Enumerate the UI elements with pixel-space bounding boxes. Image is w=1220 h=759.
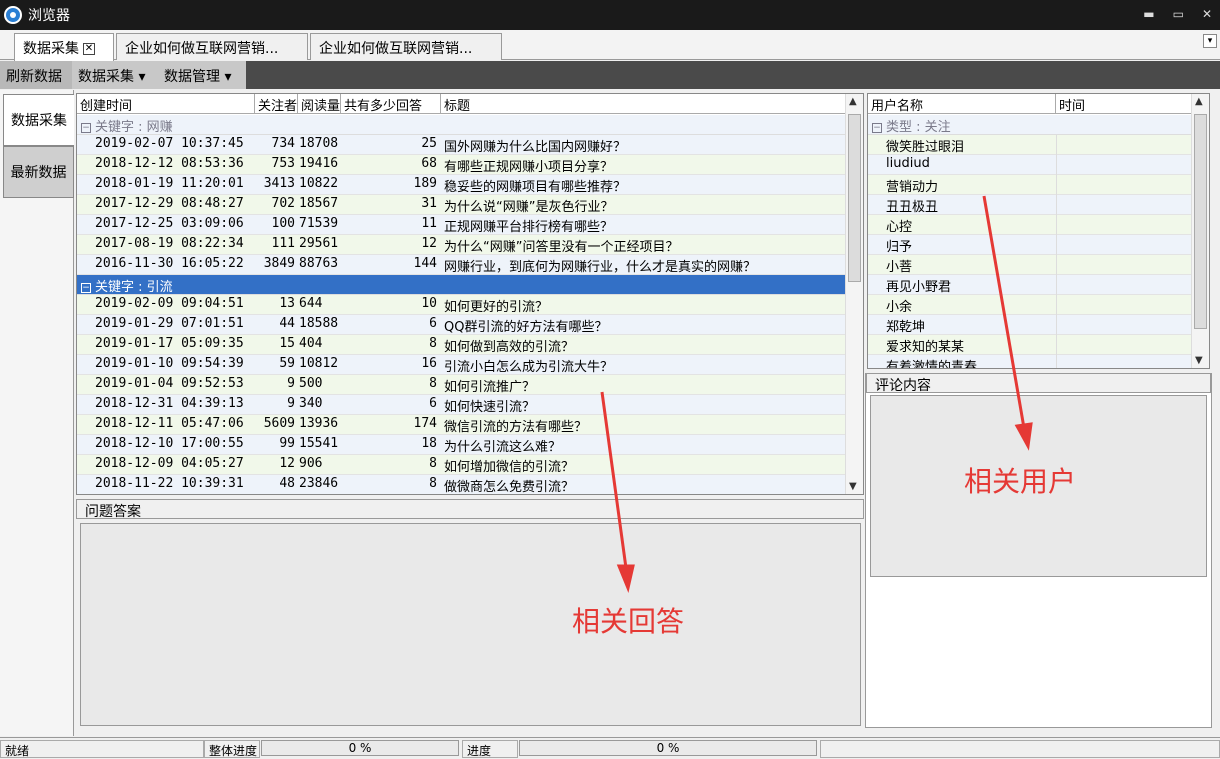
arrow-head-users xyxy=(1014,422,1033,451)
arrow-head-answers xyxy=(616,564,635,593)
annotation-arrows xyxy=(600,195,1033,593)
arrow-line-users xyxy=(982,195,1026,429)
annotation-related-answers: 相关回答 xyxy=(572,605,685,638)
arrow-line-answers xyxy=(600,391,628,569)
annotation-related-users: 相关用户 xyxy=(964,465,1077,498)
